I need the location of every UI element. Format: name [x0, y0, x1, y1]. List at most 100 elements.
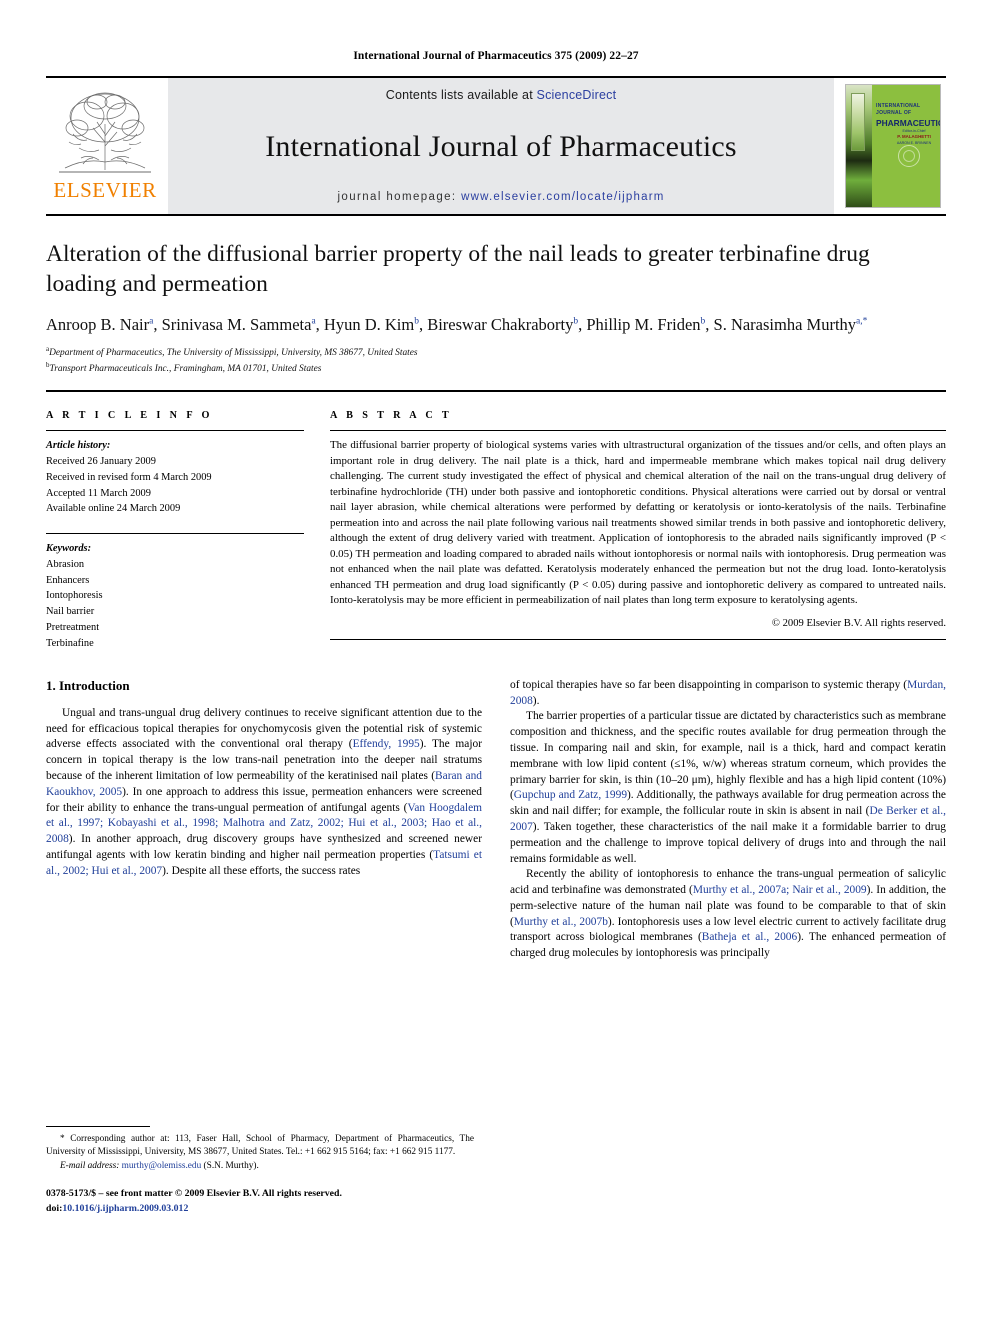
journal-homepage-line: journal homepage: www.elsevier.com/locat…	[337, 191, 664, 203]
abstract-column: A B S T R A C T The diffusional barrier …	[330, 410, 946, 651]
doi-label: doi:	[46, 1202, 63, 1214]
journal-cover-thumbnail: INTERNATIONAL JOURNAL OF PHARMACEUTICS E…	[840, 78, 946, 214]
cover-image: INTERNATIONAL JOURNAL OF PHARMACEUTICS E…	[845, 84, 941, 208]
affiliation-list: aDepartment of Pharmaceutics, The Univer…	[46, 345, 946, 376]
abstract-text: The diffusional barrier property of biol…	[330, 439, 946, 607]
cover-title-line1: INTERNATIONAL JOURNAL OF	[876, 103, 921, 116]
cover-sub3: AARON E. BRINNEN	[896, 141, 932, 145]
keywords-list: Abrasion Enhancers Iontophoresis Nail barri…	[46, 557, 304, 652]
intro-paragraph-3: Recently the ability of iontophoresis to…	[510, 867, 946, 962]
keywords-rule	[46, 533, 304, 535]
author-name: S. Narasimha Murthy	[713, 314, 857, 334]
cover-title-line2: PHARMACEUTICS	[876, 117, 940, 128]
author-affiliation-marker: b	[700, 316, 706, 327]
cover-title-text: INTERNATIONAL JOURNAL OF PHARMACEUTICS	[876, 103, 940, 129]
article-history-item: Received in revised form 4 March 2009	[46, 471, 212, 483]
journal-banner: Contents lists available at ScienceDirec…	[168, 78, 834, 214]
keyword-item[interactable]: Enhancers	[46, 573, 304, 589]
abstract-rule-top	[330, 430, 946, 432]
corresponding-author-note: * Corresponding author at: 113, Faser Ha…	[46, 1133, 474, 1160]
contents-available-line: Contents lists available at ScienceDirec…	[386, 88, 617, 102]
intro-text-1d: ). In another approach, drug discovery g…	[46, 833, 482, 861]
article-info-heading: A R T I C L E I N F O	[46, 410, 213, 422]
affiliation-text: Department of Pharmaceutics, The Univers…	[49, 348, 418, 359]
intro-paragraph-2: The barrier properties of a particular t…	[510, 709, 946, 867]
cover-test-tube	[851, 93, 865, 151]
issn-copyright-block: 0378-5173/$ – see front matter © 2009 El…	[46, 1187, 474, 1216]
doi-link[interactable]: 10.1016/j.ijpharm.2009.03.012	[62, 1203, 188, 1214]
doi-line: doi:10.1016/j.ijpharm.2009.03.012	[46, 1202, 474, 1217]
author-list: Anroop B. Naira, Srinivasa M. Sammetaa, …	[46, 314, 868, 334]
info-abstract-section: A R T I C L E I N F O Article history: R…	[46, 392, 946, 651]
author-affiliation-marker: a,*	[856, 316, 868, 327]
keyword-item[interactable]: Nail barrier	[46, 604, 304, 620]
citation-murthy-2007a-nair-2009[interactable]: Murthy et al., 2007a; Nair et al., 2009	[693, 884, 867, 896]
intro-text-2a: The barrier properties of a particular t…	[510, 710, 946, 802]
article-title: Alteration of the diffusional barrier pr…	[46, 241, 870, 297]
elsevier-wordmark: ELSEVIER	[53, 178, 157, 202]
journal-title: International Journal of Pharmaceutics	[265, 129, 737, 163]
article-history-list: Received 26 January 2009 Received in revi…	[46, 454, 304, 517]
author-affiliation-marker: b	[414, 316, 419, 327]
article-history-item: Available online 24 March 2009	[46, 503, 181, 515]
contents-prefix: Contents lists available at	[385, 88, 537, 102]
abstract-heading: A B S T R A C T	[330, 410, 453, 422]
citation-murthy-2007b[interactable]: Murthy et al., 2007b	[514, 916, 608, 928]
author-name: Srinivasa M. Sammeta	[161, 314, 312, 334]
keyword-item[interactable]: Abrasion	[46, 557, 304, 573]
sciencedirect-link[interactable]: ScienceDirect	[537, 88, 617, 102]
elsevier-tree-icon	[53, 84, 157, 182]
intro-text-0b: ).	[532, 694, 540, 707]
article-history-label: Article history:	[46, 440, 111, 452]
intro-text-2c: ). Taken together, these characteristics…	[510, 820, 946, 865]
article-history-item: Received 26 January 2009	[46, 456, 156, 467]
email-label: E-mail address:	[60, 1160, 120, 1171]
email-link[interactable]: murthy@olemiss.edu	[122, 1161, 202, 1171]
journal-article-page: International Journal of Pharmaceutics 3…	[0, 0, 992, 1323]
footnote-area: * Corresponding author at: 113, Faser Ha…	[46, 1126, 474, 1217]
intro-paragraph-1-cont: of topical therapies have so far been di…	[510, 678, 946, 710]
journal-masthead: ELSEVIER Contents lists available at Sci…	[46, 76, 946, 216]
abstract-copyright: © 2009 Elsevier B.V. All rights reserved…	[771, 617, 946, 629]
citation-effendy-1995[interactable]: Effendy, 1995	[353, 738, 420, 750]
abstract-rule-bottom	[330, 638, 946, 640]
running-head: International Journal of Pharmaceutics 3…	[353, 50, 639, 62]
keywords-block: Keywords: Abrasion Enhancers Iontophoresis…	[46, 533, 304, 651]
body-column-left: 1. Introduction Ungual and trans-ungual …	[46, 678, 482, 962]
corresponding-author-marker: *	[60, 1134, 65, 1144]
title-block: Alteration of the diffusional barrier pr…	[46, 240, 946, 376]
cover-sub2: P. MALAGHETTI	[897, 134, 931, 140]
homepage-url-link[interactable]: www.elsevier.com/locate/ijpharm	[461, 191, 664, 203]
author-affiliation-marker: a	[149, 316, 154, 327]
cover-subtitle-text: Editor-in-Chief P. MALAGHETTI AARON E. B…	[894, 129, 934, 146]
citation-gupchup-zatz-1999[interactable]: Gupchup and Zatz, 1999	[514, 789, 627, 801]
article-history-item: Accepted 11 March 2009	[46, 487, 151, 499]
article-info-column: A R T I C L E I N F O Article history: R…	[46, 410, 304, 651]
citation-batheja-2006[interactable]: Batheja et al., 2006	[702, 931, 797, 943]
affiliation: bTransport Pharmaceuticals Inc., Framing…	[46, 361, 946, 376]
article-info-rule-top	[46, 430, 304, 432]
keyword-item[interactable]: Pretreatment	[46, 620, 304, 636]
elsevier-logo: ELSEVIER	[46, 78, 164, 214]
intro-text-0a: of topical therapies have so far been di…	[510, 678, 908, 691]
introduction-heading: 1. Introduction	[46, 677, 130, 693]
keyword-item[interactable]: Iontophoresis	[46, 588, 304, 604]
corresponding-author-text: Corresponding author at: 113, Faser Hall…	[46, 1134, 475, 1158]
keywords-label: Keywords:	[46, 543, 92, 555]
cover-emblem-icon	[898, 145, 920, 167]
author-name: Anroop B. Nair	[46, 314, 150, 334]
body-columns: 1. Introduction Ungual and trans-ungual …	[46, 678, 946, 962]
issn-line: 0378-5173/$ – see front matter © 2009 El…	[46, 1188, 342, 1200]
author-affiliation-marker: b	[573, 316, 579, 327]
author-affiliation-marker: a	[311, 316, 316, 327]
intro-paragraph-1: Ungual and trans-ungual drug delivery co…	[46, 706, 482, 880]
affiliation-text: Transport Pharmaceuticals Inc., Framingh…	[49, 364, 322, 375]
author-name: Hyun D. Kim	[323, 314, 415, 334]
footnote-divider	[46, 1126, 150, 1127]
email-suffix: (S.N. Murthy).	[203, 1160, 259, 1171]
body-column-right: of topical therapies have so far been di…	[510, 678, 946, 962]
email-note: E-mail address: murthy@olemiss.edu (S.N.…	[46, 1160, 474, 1173]
author-name: Phillip M. Friden	[586, 314, 701, 334]
keyword-item[interactable]: Terbinafine	[46, 636, 304, 652]
author-name: Bireswar Chakraborty	[427, 314, 574, 334]
